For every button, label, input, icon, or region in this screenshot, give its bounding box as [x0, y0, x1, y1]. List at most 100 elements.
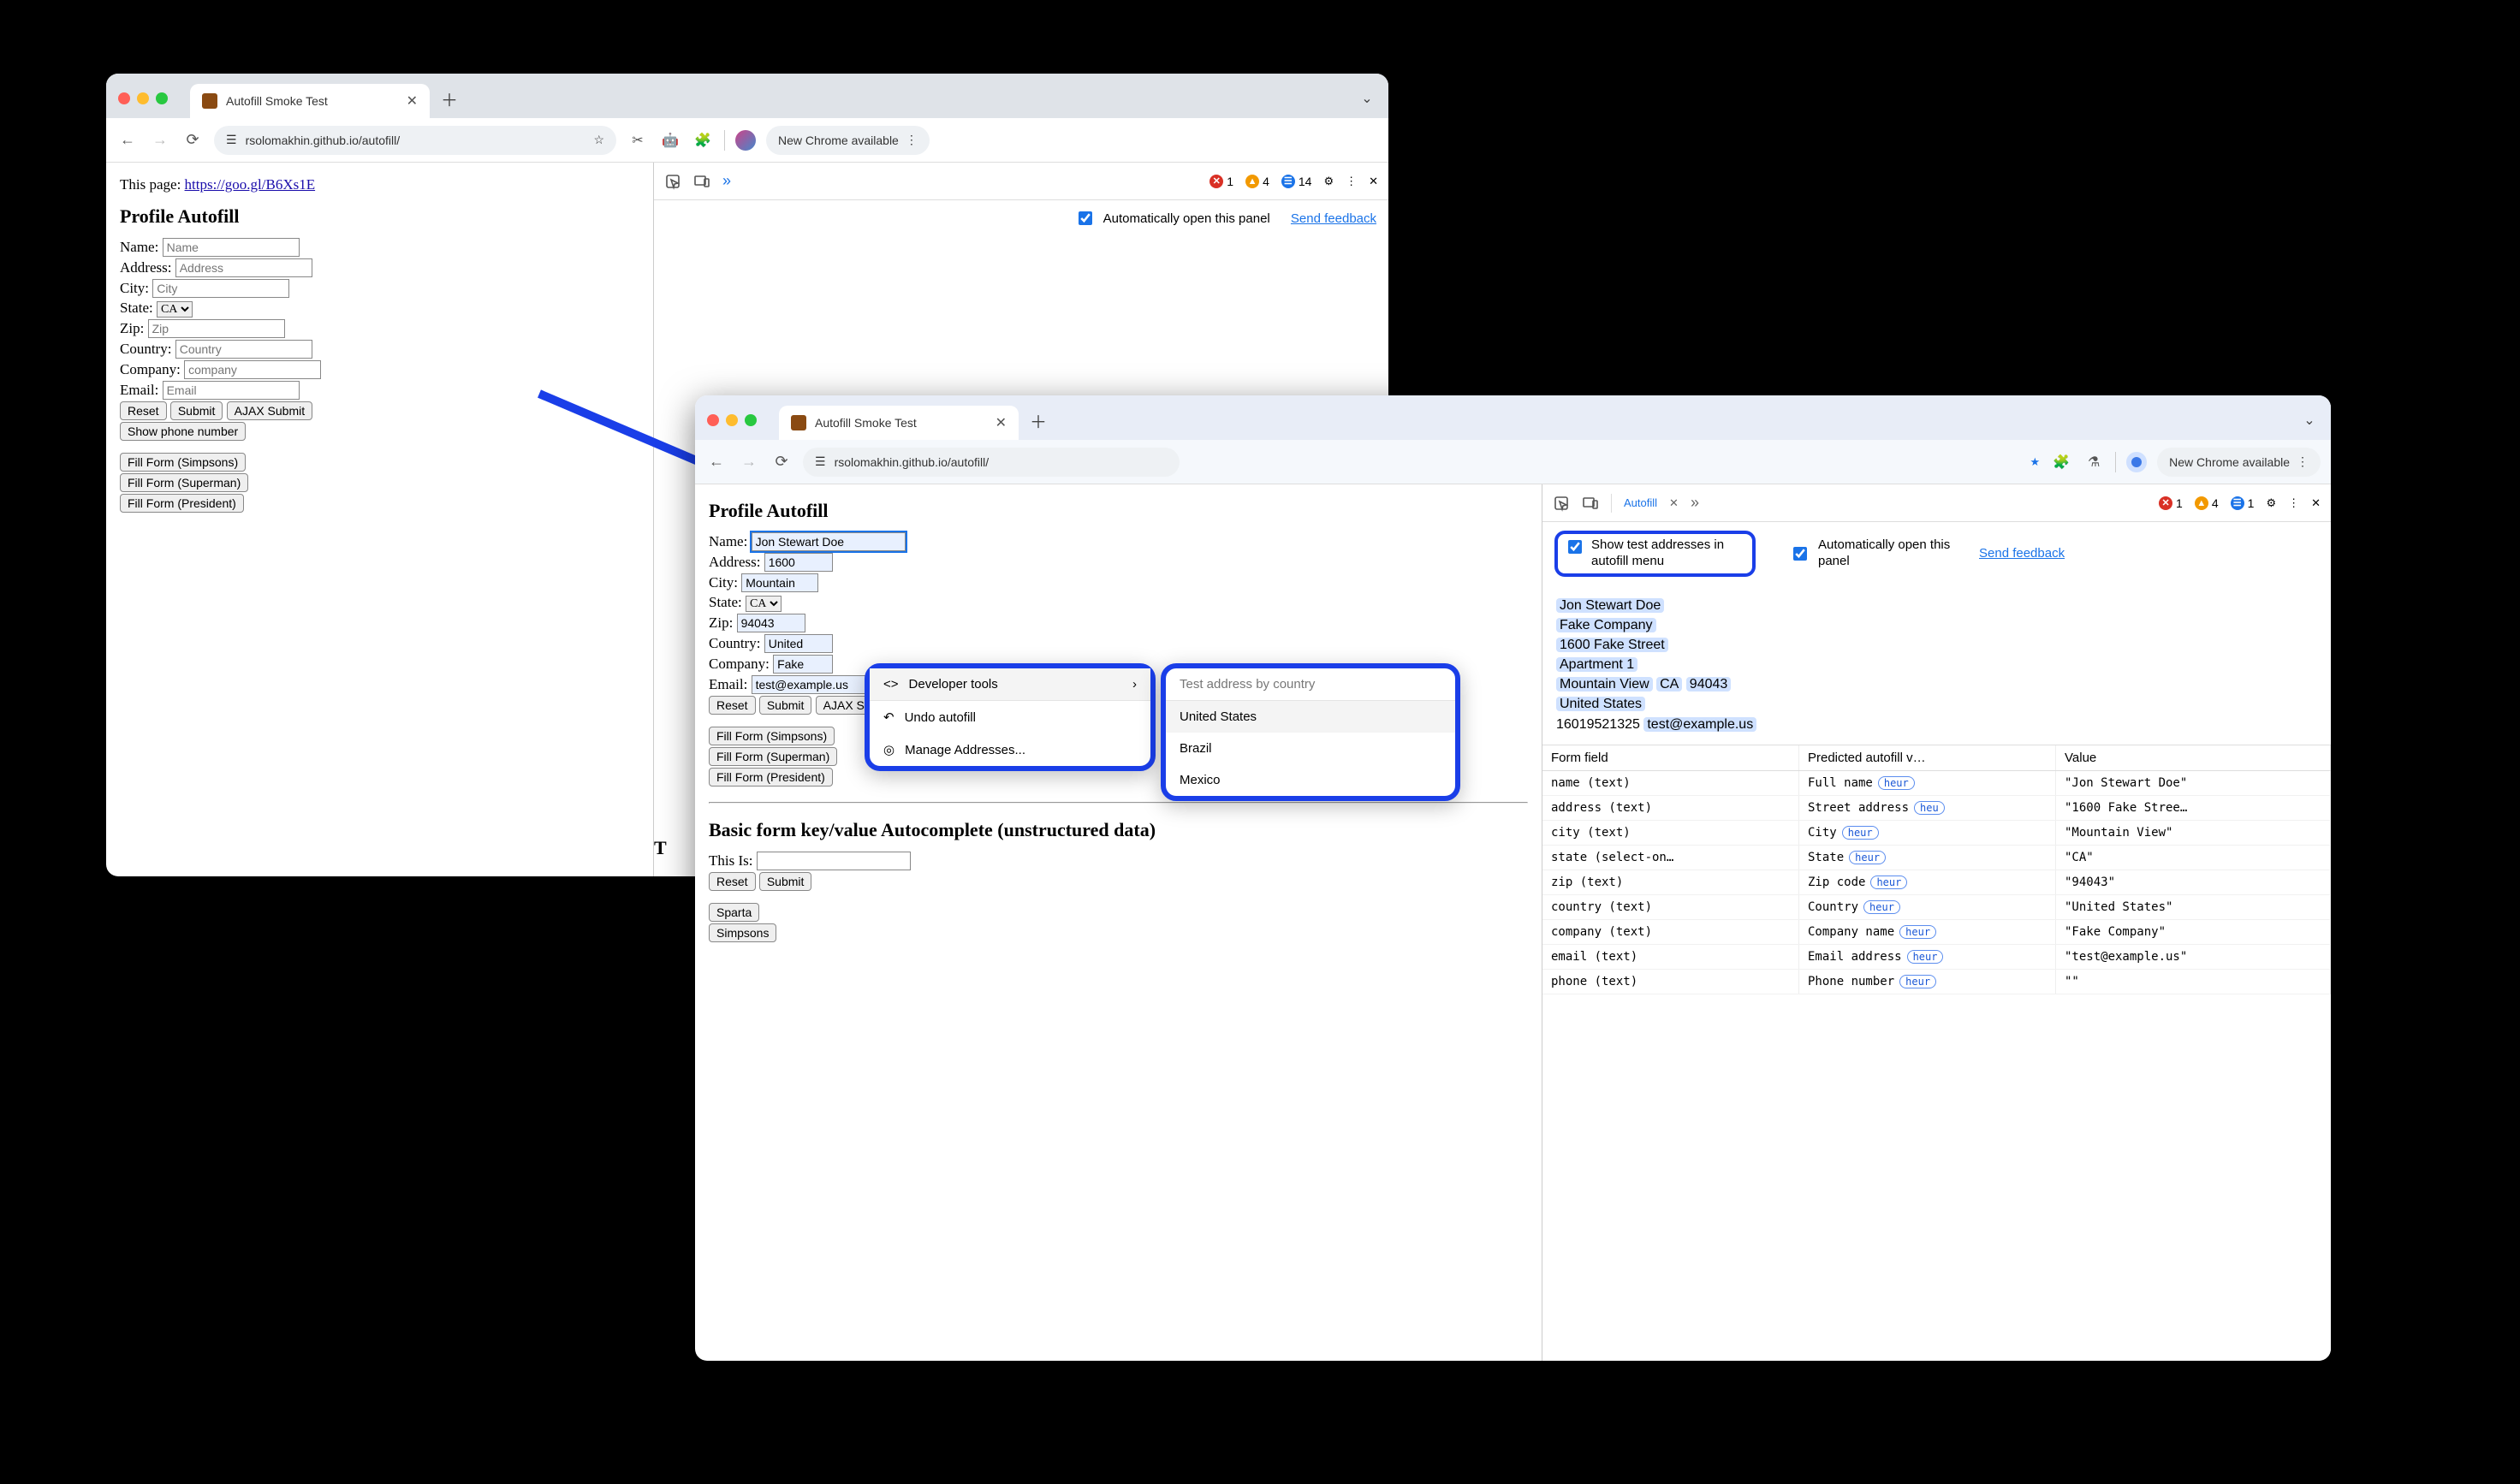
device-toolbar-icon[interactable]	[693, 173, 710, 190]
extensions-puzzle-icon[interactable]: 🧩	[2050, 451, 2072, 473]
back-button[interactable]: ←	[705, 451, 728, 473]
send-feedback-link[interactable]: Send feedback	[1291, 211, 1376, 226]
name-input[interactable]	[163, 238, 300, 257]
submit-button[interactable]: Submit	[759, 696, 812, 715]
close-window-icon[interactable]	[118, 92, 130, 104]
fill-superman-button[interactable]: Fill Form (Superman)	[709, 747, 837, 766]
undo-autofill-item[interactable]: ↶ Undo autofill	[870, 701, 1150, 733]
this-page-link[interactable]: https://goo.gl/B6Xs1E	[185, 176, 316, 193]
autofill-tab[interactable]: Autofill	[1624, 496, 1657, 509]
update-chrome-pill[interactable]: New Chrome available ⋮	[2157, 448, 2321, 477]
back-button[interactable]: ←	[116, 129, 139, 151]
city-input[interactable]	[741, 573, 818, 592]
close-panel-tab-icon[interactable]: ✕	[1669, 496, 1679, 510]
settings-gear-icon[interactable]: ⚙	[1323, 175, 1334, 188]
inspect-element-icon[interactable]	[1553, 495, 1570, 512]
country-item-us[interactable]: United States	[1166, 701, 1455, 733]
address-bar[interactable]: ☰ rsolomakhin.github.io/autofill/ ☆	[214, 126, 616, 155]
fill-simpsons-button[interactable]: Fill Form (Simpsons)	[709, 727, 835, 745]
scissors-extension-icon[interactable]: ✂	[627, 129, 649, 151]
kebab-menu-icon[interactable]: ⋮	[2297, 454, 2309, 469]
fill-superman-button[interactable]: Fill Form (Superman)	[120, 473, 248, 492]
robot-extension-icon[interactable]: 🤖	[659, 129, 681, 151]
show-test-addresses-checkbox[interactable]	[1568, 540, 1582, 554]
close-tab-icon[interactable]: ✕	[407, 92, 418, 110]
labs-flask-icon[interactable]: ⚗	[2083, 451, 2105, 473]
devtools-kebab-icon[interactable]: ⋮	[1346, 175, 1357, 188]
bookmark-star-icon[interactable]: ☆	[593, 133, 604, 147]
zip-input[interactable]	[737, 614, 805, 632]
show-phone-button[interactable]: Show phone number	[120, 422, 246, 441]
bookmark-star-icon[interactable]: ★	[2030, 455, 2041, 469]
info-count[interactable]: ☰1	[2231, 496, 2255, 510]
error-count[interactable]: ✕1	[2159, 496, 2183, 510]
profile-avatar[interactable]	[2126, 452, 2147, 472]
fill-president-button[interactable]: Fill Form (President)	[709, 768, 833, 787]
profile-avatar[interactable]	[735, 130, 756, 151]
submit-button-2[interactable]: Submit	[759, 872, 812, 891]
name-input[interactable]	[752, 532, 906, 551]
address-input[interactable]	[764, 553, 833, 572]
table-row[interactable]: country (text)Countryheur"United States"	[1542, 895, 2331, 920]
table-row[interactable]: state (select-on…Stateheur"CA"	[1542, 846, 2331, 870]
state-select[interactable]: CA	[157, 301, 193, 318]
extensions-puzzle-icon[interactable]: 🧩	[692, 129, 714, 151]
browser-tab[interactable]: Autofill Smoke Test ✕	[779, 406, 1019, 440]
table-row[interactable]: name (text)Full nameheur"Jon Stewart Doe…	[1542, 771, 2331, 796]
col-predicted[interactable]: Predicted autofill v…	[1799, 745, 2056, 770]
site-settings-icon[interactable]: ☰	[226, 133, 237, 147]
table-row[interactable]: address (text)Street addressheu"1600 Fak…	[1542, 796, 2331, 821]
address-input[interactable]	[175, 258, 312, 277]
warning-count[interactable]: ▲4	[2195, 496, 2219, 510]
table-row[interactable]: city (text)Cityheur"Mountain View"	[1542, 821, 2331, 846]
more-tabs-icon[interactable]: »	[1691, 494, 1699, 512]
thisis-input[interactable]	[757, 852, 911, 870]
country-input[interactable]	[764, 634, 833, 653]
error-count[interactable]: ✕1	[1209, 175, 1233, 188]
company-input[interactable]	[773, 655, 833, 674]
ajax-submit-button[interactable]: AJAX Submit	[227, 401, 312, 420]
developer-tools-item[interactable]: <> Developer tools ›	[870, 668, 1150, 700]
simpsons-button[interactable]: Simpsons	[709, 923, 776, 942]
forward-button[interactable]: →	[149, 129, 171, 151]
inspect-element-icon[interactable]	[664, 173, 681, 190]
settings-gear-icon[interactable]: ⚙	[2266, 496, 2276, 510]
more-tabs-icon[interactable]: »	[722, 172, 731, 190]
tab-dropdown-icon[interactable]: ⌄	[2297, 407, 2322, 433]
forward-button[interactable]: →	[738, 451, 760, 473]
devtools-kebab-icon[interactable]: ⋮	[2288, 496, 2299, 510]
col-value[interactable]: Value	[2056, 745, 2331, 770]
device-toolbar-icon[interactable]	[1582, 495, 1599, 512]
close-tab-icon[interactable]: ✕	[996, 414, 1007, 431]
city-input[interactable]	[152, 279, 289, 298]
country-item-mexico[interactable]: Mexico	[1166, 764, 1455, 796]
devtools-close-icon[interactable]: ✕	[2311, 496, 2321, 510]
zip-input[interactable]	[148, 319, 285, 338]
reset-button[interactable]: Reset	[709, 696, 756, 715]
sparta-button[interactable]: Sparta	[709, 903, 759, 922]
table-row[interactable]: phone (text)Phone numberheur""	[1542, 970, 2331, 994]
col-form-field[interactable]: Form field	[1542, 745, 1799, 770]
new-tab-button[interactable]: ＋	[1025, 407, 1051, 433]
minimize-window-icon[interactable]	[137, 92, 149, 104]
auto-open-checkbox[interactable]	[1793, 547, 1807, 561]
maximize-window-icon[interactable]	[745, 414, 757, 426]
minimize-window-icon[interactable]	[726, 414, 738, 426]
table-row[interactable]: zip (text)Zip codeheur"94043"	[1542, 870, 2331, 895]
country-item-brazil[interactable]: Brazil	[1166, 733, 1455, 764]
kebab-menu-icon[interactable]: ⋮	[906, 133, 918, 147]
address-bar[interactable]: ☰ rsolomakhin.github.io/autofill/	[803, 448, 1180, 477]
close-window-icon[interactable]	[707, 414, 719, 426]
email-input[interactable]	[163, 381, 300, 400]
site-settings-icon[interactable]: ☰	[815, 454, 826, 469]
warning-count[interactable]: ▲4	[1245, 175, 1269, 188]
send-feedback-link[interactable]: Send feedback	[1979, 546, 2065, 561]
update-chrome-pill[interactable]: New Chrome available ⋮	[766, 126, 930, 155]
reset-button[interactable]: Reset	[120, 401, 167, 420]
manage-addresses-item[interactable]: ◎ Manage Addresses...	[870, 733, 1150, 766]
window-traffic-lights[interactable]	[118, 92, 168, 104]
country-input[interactable]	[175, 340, 312, 359]
fill-president-button[interactable]: Fill Form (President)	[120, 494, 244, 513]
reload-button[interactable]: ⟳	[181, 129, 204, 151]
info-count[interactable]: ☰14	[1281, 175, 1312, 188]
